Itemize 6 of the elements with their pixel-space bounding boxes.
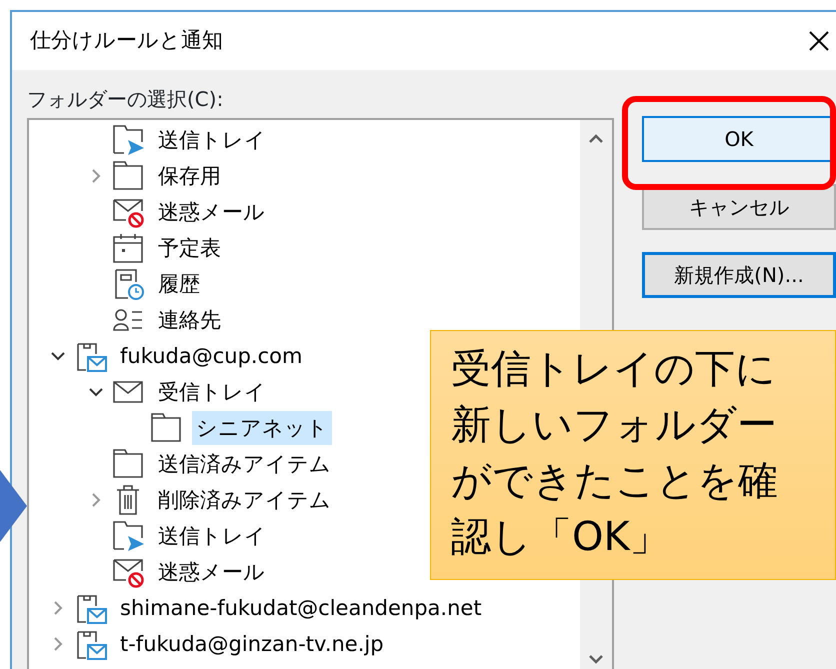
callout-text: 受信トレイの下に [451,345,777,394]
callout-text: 新しいフォルダー [451,401,778,450]
folder-select-label: フォルダーの選択(C): [27,86,224,113]
callout-text: ができたことを確 [451,457,779,506]
window-title: 仕分けルールと通知 [30,27,223,54]
callout-text: 認し「OK」 [451,513,671,562]
